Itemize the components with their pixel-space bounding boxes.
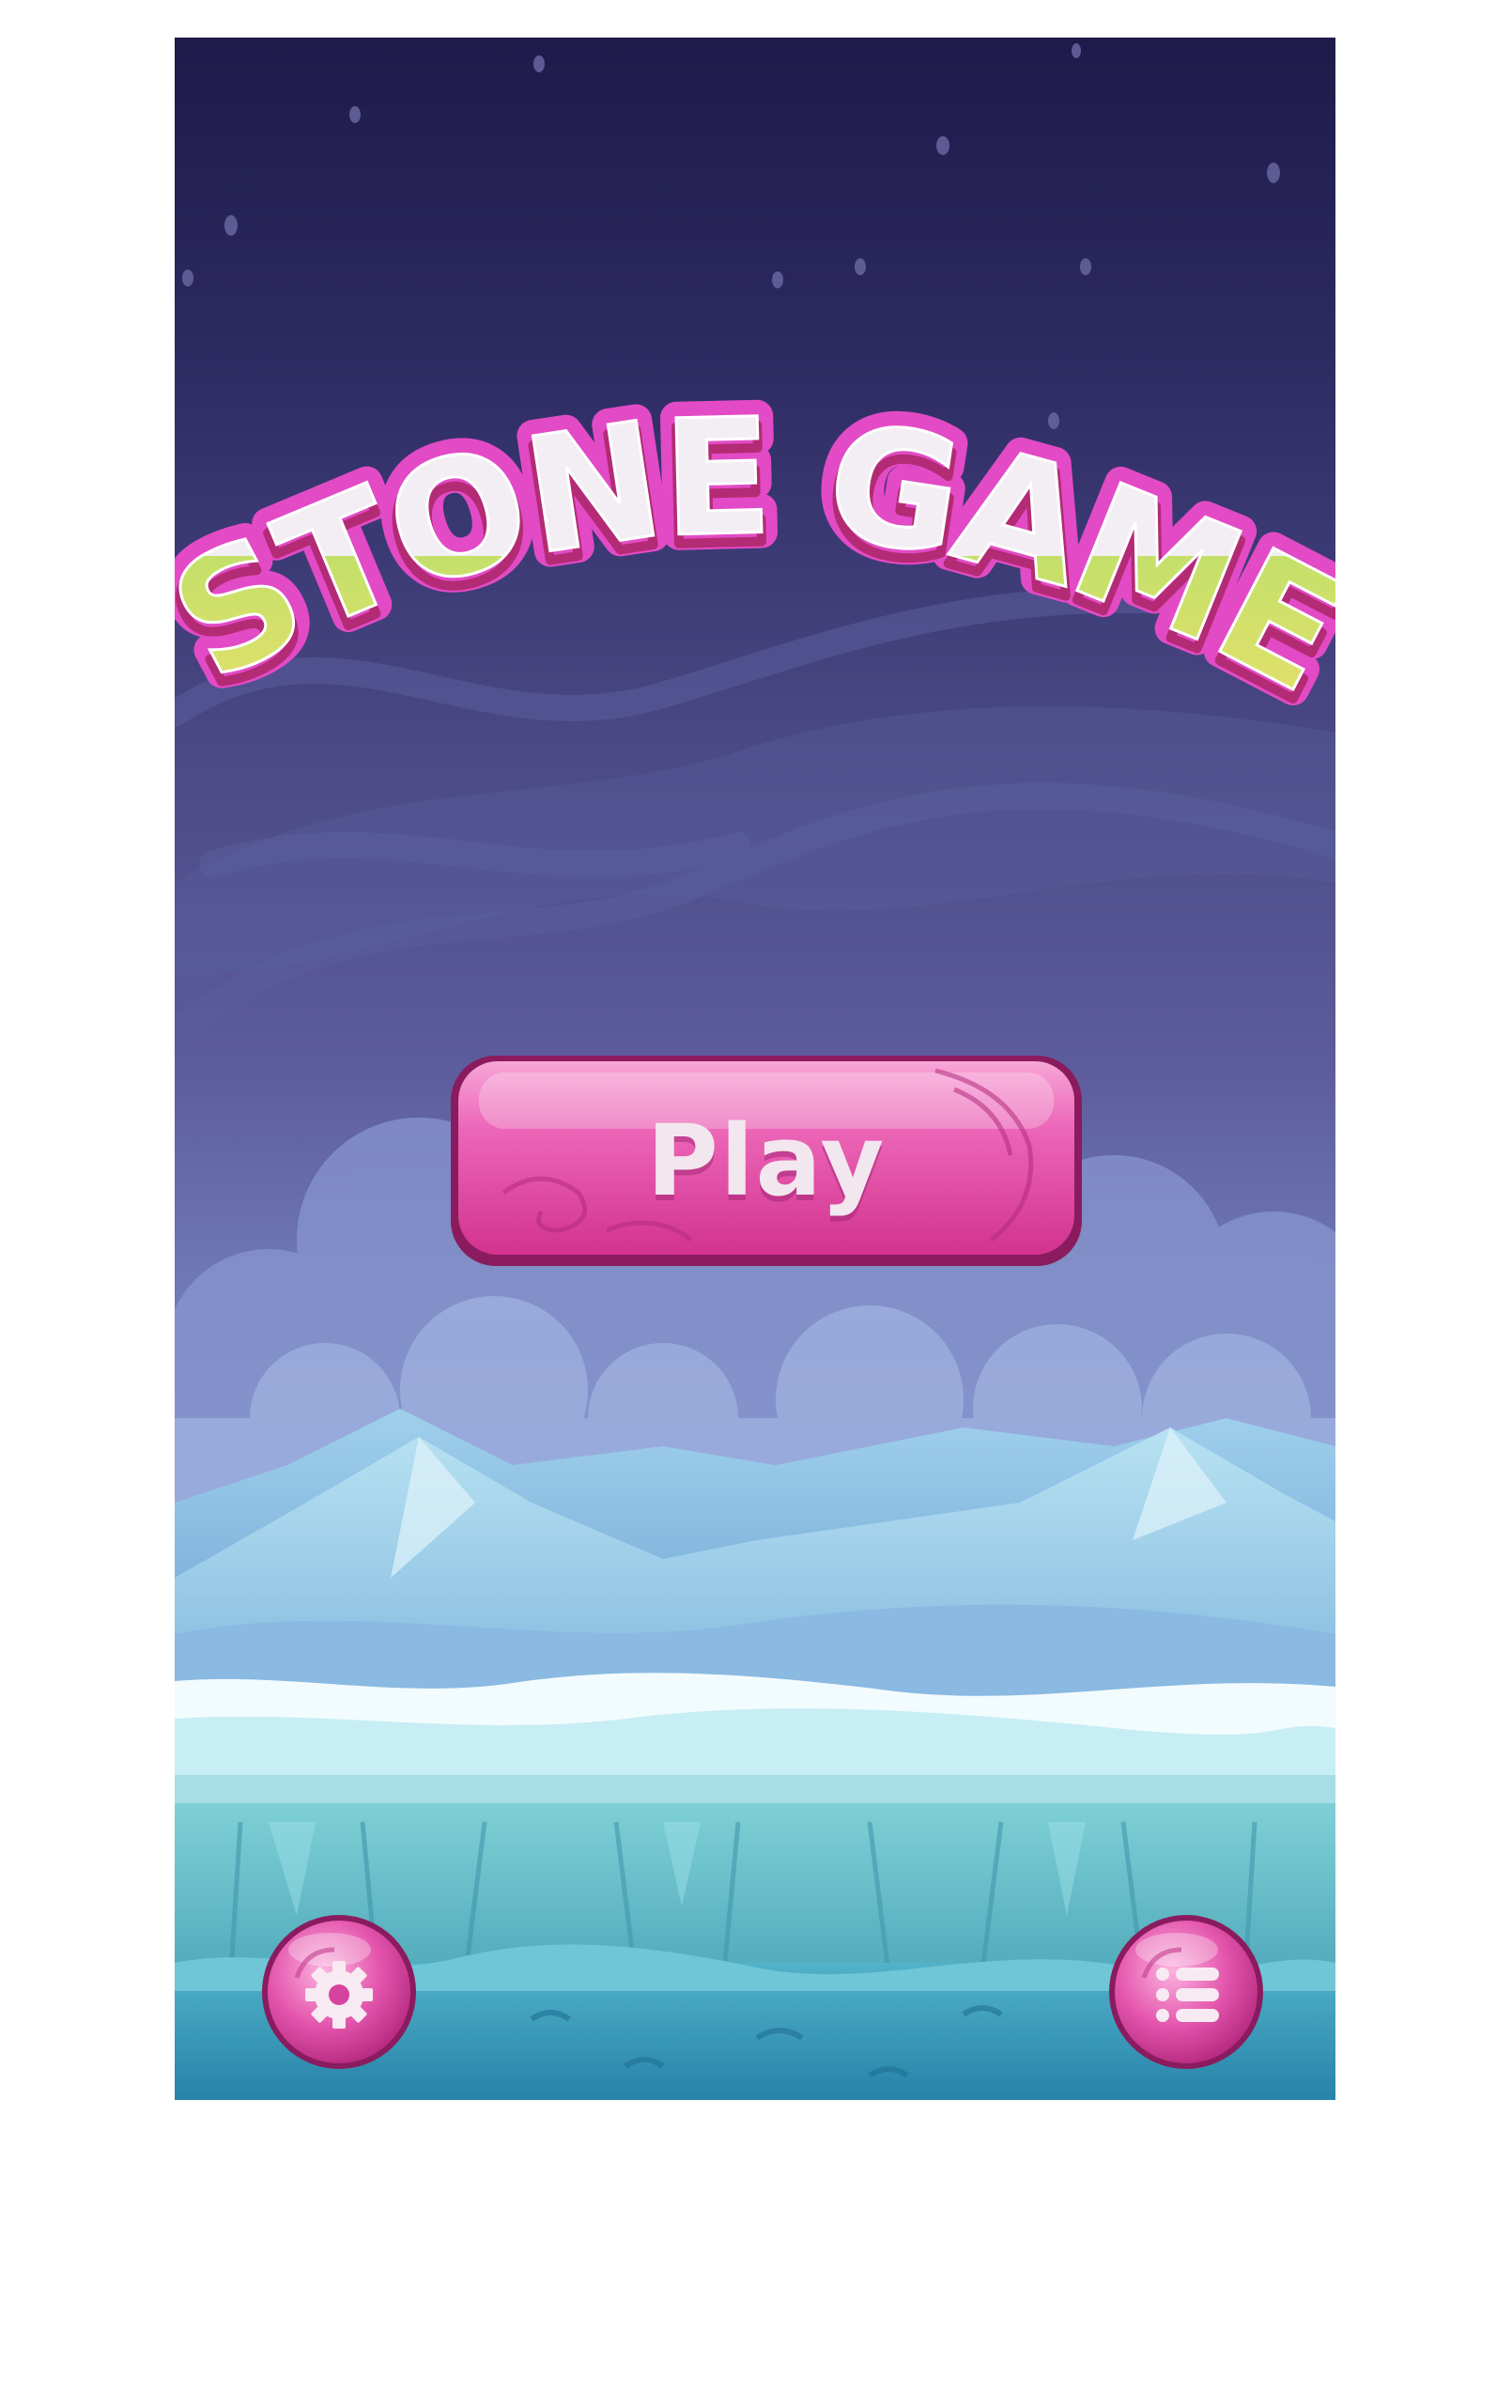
settings-button[interactable] (259, 1912, 419, 2072)
list-icon (1156, 1968, 1219, 2022)
play-button[interactable]: Play (447, 1052, 1086, 1270)
play-label: Play (646, 1104, 887, 1218)
game-title-text: STONE GAME (175, 383, 1335, 729)
menu-button[interactable] (1106, 1912, 1266, 2072)
svg-text:STONE GAME: STONE GAME (175, 384, 1335, 727)
game-title: STONE GAME STONE GAME STONE GAME (175, 368, 1335, 770)
gear-icon (305, 1961, 373, 2029)
game-screen: STONE GAME STONE GAME STONE GAME (175, 38, 1335, 2100)
stars (182, 43, 1280, 429)
